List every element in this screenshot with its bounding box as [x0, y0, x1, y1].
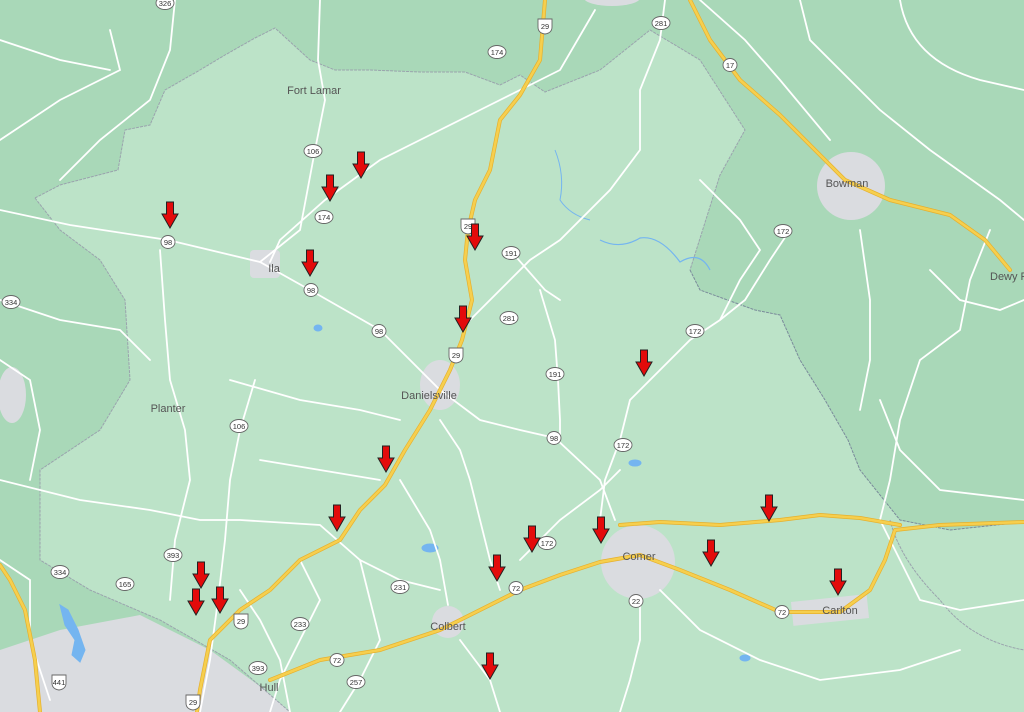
place-label-planter: Planter — [151, 403, 186, 415]
place-label-hull: Hull — [260, 682, 279, 694]
route-shield-98: 98 — [371, 324, 387, 338]
route-shield-label: 98 — [307, 286, 315, 295]
route-shield-441: 441 — [51, 674, 67, 691]
pond — [313, 324, 323, 332]
route-shield-98: 98 — [546, 431, 562, 445]
route-shield-label: 22 — [632, 597, 640, 606]
route-shield-172: 172 — [685, 324, 705, 338]
place-label-ila: Ila — [268, 263, 281, 275]
route-shield-label: 98 — [164, 238, 172, 247]
place-label-colbert: Colbert — [430, 621, 465, 633]
danielsville-urban — [420, 360, 460, 410]
route-shield-281: 281 — [499, 311, 519, 325]
route-shield-label: 174 — [318, 213, 331, 222]
place-label-comer: Comer — [622, 551, 655, 563]
route-shield-label: 165 — [119, 580, 132, 589]
route-shield-106: 106 — [303, 144, 323, 158]
route-shield-label: 172 — [617, 441, 630, 450]
route-shield-label: 326 — [159, 0, 172, 8]
route-shield-29: 29 — [448, 347, 464, 364]
route-shield-174: 174 — [314, 210, 334, 224]
route-shield-label: 29 — [189, 698, 197, 707]
route-shield-98: 98 — [160, 235, 176, 249]
route-shield-label: 334 — [5, 298, 18, 307]
route-shield-label: 72 — [333, 656, 341, 665]
route-shield-165: 165 — [115, 577, 135, 591]
route-shield-172: 172 — [613, 438, 633, 452]
route-shield-label: 72 — [778, 608, 786, 617]
route-shield-label: 334 — [54, 568, 67, 577]
place-label-danielsville: Danielsville — [401, 390, 457, 402]
route-shield-72: 72 — [508, 581, 524, 595]
route-shield-label: 98 — [550, 434, 558, 443]
route-shield-281: 281 — [651, 16, 671, 30]
route-shield-label: 29 — [237, 617, 245, 626]
route-shield-106: 106 — [229, 419, 249, 433]
route-shield-172: 172 — [773, 224, 793, 238]
route-shield-label: 106 — [233, 422, 246, 431]
route-shield-label: 233 — [294, 620, 307, 629]
route-shield-393: 393 — [248, 661, 268, 675]
route-shield-label: 231 — [394, 583, 407, 592]
route-shield-172: 172 — [537, 536, 557, 550]
route-shield-29: 29 — [185, 694, 201, 711]
route-shield-72: 72 — [329, 653, 345, 667]
place-label-bowman: Bowman — [826, 178, 869, 190]
route-shield-72: 72 — [774, 605, 790, 619]
place-label-carlton: Carlton — [822, 605, 857, 617]
map-svg[interactable]: Fort Lamar Ila Planter Danielsville Bowm… — [0, 0, 1024, 712]
route-shield-label: 72 — [512, 584, 520, 593]
pond — [628, 459, 642, 467]
route-shield-231: 231 — [390, 580, 410, 594]
route-shield-label: 172 — [689, 327, 702, 336]
route-shield-label: 281 — [655, 19, 668, 28]
route-shield-label: 174 — [491, 48, 504, 57]
route-shield-22: 22 — [628, 594, 644, 608]
route-shield-257: 257 — [346, 675, 366, 689]
route-shield-174: 174 — [487, 45, 507, 59]
route-shield-334: 334 — [1, 295, 21, 309]
route-shield-label: 257 — [350, 678, 363, 687]
route-shield-label: 191 — [549, 370, 562, 379]
route-shield-191: 191 — [501, 246, 521, 260]
route-shield-label: 191 — [505, 249, 518, 258]
route-shield-label: 172 — [777, 227, 790, 236]
route-shield-17: 17 — [722, 58, 738, 72]
route-shield-label: 29 — [452, 351, 460, 360]
route-shield-29: 29 — [537, 18, 553, 35]
route-shield-191: 191 — [545, 367, 565, 381]
route-shield-233: 233 — [290, 617, 310, 631]
route-shield-label: 281 — [503, 314, 516, 323]
route-shield-393: 393 — [163, 548, 183, 562]
place-label-fort-lamar: Fort Lamar — [287, 85, 341, 97]
route-shield-label: 29 — [464, 222, 472, 231]
route-shield-label: 106 — [307, 147, 320, 156]
route-shield-label: 393 — [252, 664, 265, 673]
route-shield-98: 98 — [303, 283, 319, 297]
route-shield-label: 441 — [53, 678, 66, 687]
route-shield-label: 172 — [541, 539, 554, 548]
route-shield-label: 29 — [541, 22, 549, 31]
route-shield-29: 29 — [233, 613, 249, 630]
pond — [739, 654, 751, 662]
route-shield-334: 334 — [50, 565, 70, 579]
place-label-dewy-rose: Dewy R — [990, 271, 1024, 283]
route-shield-label: 17 — [726, 61, 734, 70]
map-canvas[interactable]: Fort Lamar Ila Planter Danielsville Bowm… — [0, 0, 1024, 712]
route-shield-326: 326 — [155, 0, 175, 10]
route-shield-label: 393 — [167, 551, 180, 560]
route-shield-label: 98 — [375, 327, 383, 336]
